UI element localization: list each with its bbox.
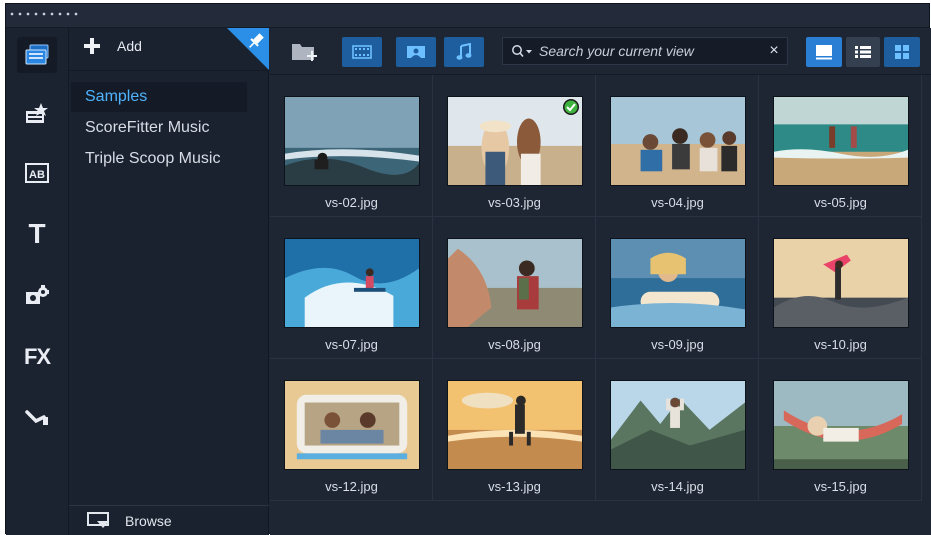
music-note-icon (456, 43, 472, 60)
clear-search-button[interactable]: × (761, 42, 787, 60)
folder-item-scorefitter-music[interactable]: ScoreFitter Music (71, 113, 247, 143)
transition-path-icon (25, 410, 48, 425)
media-thumbnail[interactable]: vs-13.jpg (433, 359, 596, 501)
folder-add-icon (292, 44, 317, 61)
ab-text-icon: AB (25, 163, 49, 183)
thumbnail-filename: vs-05.jpg (814, 195, 867, 210)
media-thumbnail[interactable]: vs-09.jpg (596, 217, 759, 359)
media-thumbnail[interactable]: vs-15.jpg (759, 359, 922, 501)
drag-grip-handle[interactable] (8, 11, 78, 17)
browse-label: Browse (125, 512, 172, 529)
search-input[interactable] (539, 43, 761, 59)
search-icon[interactable] (503, 44, 539, 58)
media-thumbnail[interactable]: vs-02.jpg (270, 75, 433, 217)
graphics-button[interactable] (17, 277, 57, 313)
list-view-icon (855, 46, 871, 58)
thumbnail-filename: vs-14.jpg (651, 479, 704, 494)
grid-view-icon (895, 45, 909, 59)
media-thumbnail[interactable]: vs-12.jpg (270, 359, 433, 501)
import-media-button[interactable] (288, 37, 320, 67)
browse-icon (87, 511, 109, 528)
thumbnail-view-button[interactable] (806, 37, 842, 67)
thumbnail-image (447, 380, 583, 470)
folder-item-triple-scoop-music[interactable]: Triple Scoop Music (71, 144, 247, 174)
thumbnail-filename: vs-15.jpg (814, 479, 867, 494)
thumbnail-image (773, 380, 909, 470)
thumbnail-image (284, 380, 420, 470)
instant-project-icon (26, 103, 48, 123)
thumbnail-image (447, 238, 583, 328)
pin-panel-button[interactable] (227, 28, 269, 70)
search-box: × (502, 37, 788, 65)
thumbnail-filename: vs-12.jpg (325, 479, 378, 494)
thumbnail-image (610, 238, 746, 328)
media-grid: vs-02.jpg vs-03.jpg vs-04.jpg vs-05.jpg vs-0… (270, 75, 931, 535)
media-library-button[interactable] (17, 37, 57, 73)
thumbnail-image (447, 96, 583, 186)
media-thumbnail[interactable]: vs-14.jpg (596, 359, 759, 501)
library-folder-panel: Add Samples ScoreFitter Music Triple Sco… (69, 28, 269, 535)
thumbnail-image (773, 238, 909, 328)
grid-view-button[interactable] (884, 37, 920, 67)
show-videos-toggle[interactable] (342, 37, 382, 67)
media-thumbnail[interactable]: vs-07.jpg (270, 217, 433, 359)
transitions-button[interactable] (17, 400, 57, 436)
panel-title-bar (6, 4, 929, 28)
thumbnail-filename: vs-09.jpg (651, 337, 704, 352)
browse-button[interactable]: Browse (69, 505, 269, 535)
thumbnail-filename: vs-08.jpg (488, 337, 541, 352)
media-thumbnail[interactable]: vs-10.jpg (759, 217, 922, 359)
category-rail: AB T FX (6, 28, 69, 535)
instant-project-button[interactable] (17, 96, 57, 132)
graphics-puzzle-icon (26, 285, 49, 304)
library-toolbar: × (270, 28, 931, 75)
thumbnail-filename: vs-07.jpg (325, 337, 378, 352)
photo-icon (407, 46, 425, 58)
add-folder-button[interactable]: Add (83, 37, 142, 55)
show-audio-toggle[interactable] (444, 37, 484, 67)
film-strip-icon (352, 45, 372, 59)
thumbnail-filename: vs-13.jpg (488, 479, 541, 494)
thumbnail-image (284, 238, 420, 328)
thumbnail-image (610, 96, 746, 186)
thumbnail-image (284, 96, 420, 186)
thumbnail-view-icon (816, 45, 832, 60)
thumbnail-image (773, 96, 909, 186)
fx-icon: FX (23, 344, 51, 369)
add-row: Add (69, 28, 269, 71)
list-view-button[interactable] (846, 37, 880, 67)
plus-icon (84, 38, 100, 54)
thumbnail-filename: vs-04.jpg (651, 195, 704, 210)
thumbnail-filename: vs-02.jpg (325, 195, 378, 210)
media-thumbnail[interactable]: vs-04.jpg (596, 75, 759, 217)
title-templates-button[interactable]: AB (17, 155, 57, 191)
media-thumbnail[interactable]: vs-03.jpg (433, 75, 596, 217)
thumbnail-filename: vs-10.jpg (814, 337, 867, 352)
add-label: Add (117, 38, 142, 54)
check-icon (562, 98, 580, 116)
filters-button[interactable]: FX (17, 339, 57, 375)
media-library-window: AB T FX Add Samples ScoreFitter Music Tr… (5, 3, 931, 535)
media-thumbnail[interactable]: vs-05.jpg (759, 75, 922, 217)
ab-label: AB (29, 169, 45, 181)
thumbnail-filename: vs-03.jpg (488, 195, 541, 210)
title-t-icon: T (28, 218, 46, 249)
thumbnail-image (610, 380, 746, 470)
pin-icon (227, 28, 269, 70)
show-photos-toggle[interactable] (396, 37, 436, 67)
titles-button[interactable]: T (17, 216, 57, 252)
media-thumbnail[interactable]: vs-08.jpg (433, 217, 596, 359)
media-icon (25, 44, 49, 65)
folder-item-samples[interactable]: Samples (71, 82, 247, 112)
